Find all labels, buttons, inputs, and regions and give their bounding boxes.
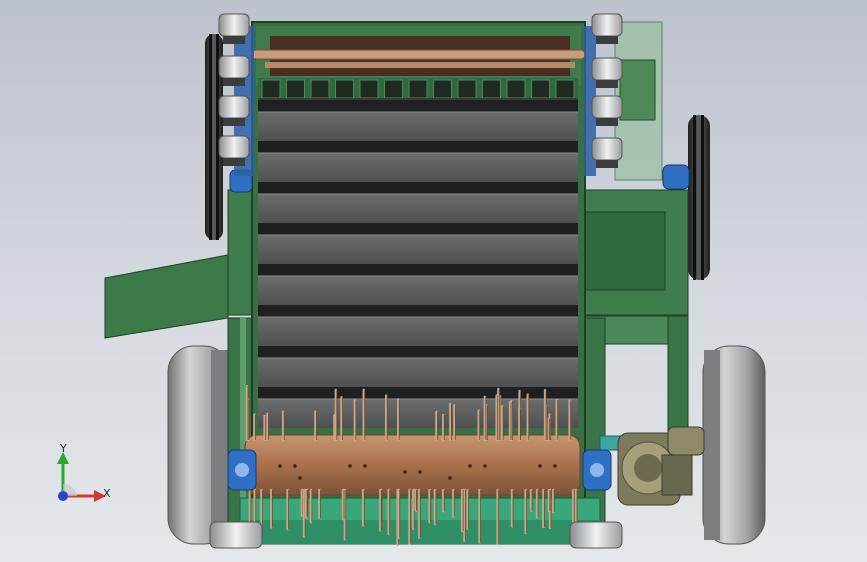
bottom-left-foot <box>209 521 263 549</box>
top-roller <box>251 36 586 76</box>
nut-washer <box>596 80 618 88</box>
plate-gap <box>258 182 578 194</box>
y-axis-label: Y <box>60 442 67 455</box>
screen-plates <box>258 98 578 428</box>
grille-slot <box>384 79 403 99</box>
screen-plate <box>258 235 578 264</box>
bearing-right-bottom <box>582 449 612 491</box>
rotor-hole <box>468 464 472 468</box>
grille-slot <box>286 79 305 99</box>
grille-slot <box>555 79 575 99</box>
motor-bracket <box>619 59 656 121</box>
hex-nut <box>591 13 623 37</box>
hex-nut <box>591 137 623 161</box>
nut-washer <box>596 160 618 168</box>
right-pulley <box>688 115 710 280</box>
gearbox <box>617 426 705 506</box>
hex-nut <box>218 13 250 37</box>
plate-gap <box>258 100 578 112</box>
grille-slot <box>506 79 526 99</box>
rotor-hole <box>363 464 367 468</box>
plate-gap <box>258 141 578 153</box>
grille-slot <box>335 79 354 99</box>
bottom-right-foot <box>569 521 623 549</box>
grille-slot <box>261 79 281 99</box>
rotor-hole <box>298 476 302 480</box>
rotor-hole <box>553 464 557 468</box>
z-axis-dot <box>58 491 68 501</box>
nut-washer <box>223 78 245 86</box>
hex-nut <box>218 55 250 79</box>
left-wheel <box>167 345 231 545</box>
rotor-hole <box>278 464 282 468</box>
plate-gap <box>258 264 578 276</box>
plate-gap <box>258 387 578 399</box>
grille-slot <box>482 79 501 99</box>
rotor-hole <box>538 464 542 468</box>
nut-washer <box>596 118 618 126</box>
screen-plate <box>258 194 578 223</box>
plate-gap <box>258 346 578 358</box>
grille-slot <box>457 79 477 99</box>
bearing-right-top <box>662 164 690 190</box>
nut-washer <box>223 158 245 166</box>
hex-nut <box>218 135 250 159</box>
grille-slot <box>433 79 452 99</box>
x-axis-label: X <box>103 487 111 500</box>
machine-model <box>104 13 766 549</box>
screen-plate <box>258 358 578 387</box>
screen-plate <box>258 153 578 182</box>
rotor-hole <box>483 464 487 468</box>
hex-nut <box>218 95 250 119</box>
plate-gap <box>258 305 578 317</box>
rotor-hole <box>448 476 452 480</box>
top-grille <box>258 78 578 100</box>
discharge-chute <box>104 254 229 339</box>
grille-slot <box>531 79 550 99</box>
hex-nut <box>591 95 623 119</box>
cad-viewport[interactable]: Y X <box>0 0 867 562</box>
screen-plate <box>258 317 578 346</box>
bearing-left-bottom <box>227 449 257 491</box>
rotor-hole <box>418 470 422 474</box>
grille-slot <box>408 79 428 99</box>
right-wheel <box>702 345 766 545</box>
rotor-hole <box>403 470 407 474</box>
plate-gap <box>258 223 578 235</box>
screen-plate <box>258 276 578 305</box>
nut-washer <box>223 36 245 44</box>
screen-plate <box>258 399 578 428</box>
rotor-hole <box>348 464 352 468</box>
grille-slot <box>310 79 330 99</box>
rotor-hole <box>293 464 297 468</box>
screen-plate <box>258 112 578 141</box>
nut-washer <box>596 36 618 44</box>
hex-nut <box>591 57 623 81</box>
grille-slot <box>359 79 379 99</box>
nut-washer <box>223 118 245 126</box>
